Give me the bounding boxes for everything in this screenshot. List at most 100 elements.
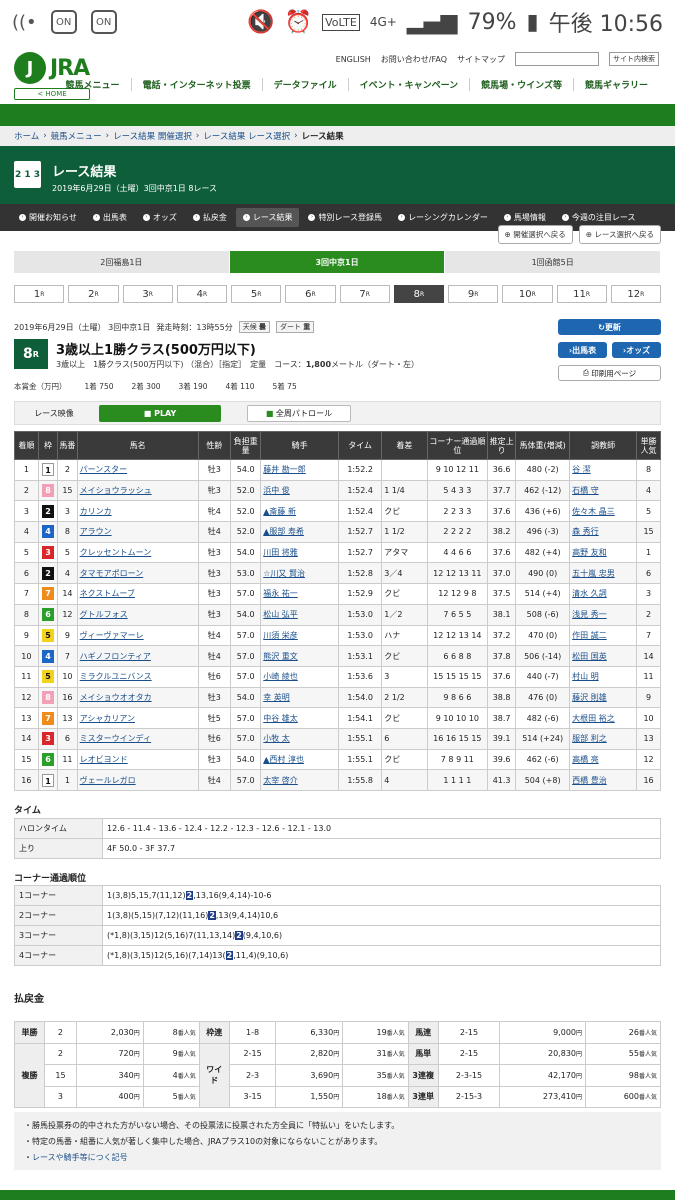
jockey-link[interactable]: 幸 英明	[263, 693, 290, 702]
trainer-link[interactable]: 清水 久詞	[572, 589, 607, 598]
subnav-info[interactable]: › 開催お知らせ	[12, 208, 84, 227]
patrol-button[interactable]: ■ 全周パトロール	[247, 404, 351, 422]
print-button[interactable]: ⎙ 印刷用ページ	[558, 365, 661, 381]
nav-event[interactable]: イベント・キャンペーン	[347, 78, 470, 91]
subnav-odds[interactable]: › オッズ	[136, 208, 184, 227]
camera-icon: ■	[265, 408, 274, 418]
tab-venue-chukyo[interactable]: 3回中京1日	[229, 251, 446, 273]
horse-link[interactable]: パーンスター	[80, 465, 127, 474]
subnav-special[interactable]: › 特別レース登録馬	[301, 208, 389, 227]
trainer-link[interactable]: 浅見 秀一	[572, 610, 607, 619]
jockey-link[interactable]: 藤井 勘一郎	[263, 465, 306, 474]
nav-course[interactable]: 競馬場・ウインズ等	[469, 78, 573, 91]
back-to-race-button[interactable]: ⊕ レース選択へ戻る	[578, 225, 661, 244]
horse-link[interactable]: ネクストムーブ	[80, 589, 135, 598]
trainer-link[interactable]: 大根田 裕之	[572, 714, 615, 723]
horse-link[interactable]: ハギノフロンティア	[80, 652, 151, 661]
symbols-link[interactable]: レースや騎手等につく記号	[32, 1153, 128, 1162]
jockey-link[interactable]: 小牧 太	[263, 734, 290, 743]
tab-race-10[interactable]: 10 R	[502, 285, 553, 303]
horse-link[interactable]: メイショウオオタカ	[80, 693, 152, 702]
tab-race-12[interactable]: 12 R	[610, 285, 661, 303]
crumb-kaisai[interactable]: レース結果 開催選択	[113, 130, 192, 142]
tab-race-4[interactable]: 4R	[176, 285, 227, 303]
camera-icon: ■	[143, 408, 152, 418]
horse-link[interactable]: ミラクルユニバンス	[80, 672, 152, 681]
jockey-link[interactable]: 川田 将雅	[263, 548, 298, 557]
faq-link[interactable]: お問い合わせ/FAQ	[381, 54, 447, 65]
tab-race-3[interactable]: 3R	[122, 285, 173, 303]
horse-link[interactable]: カリンカ	[80, 507, 112, 516]
horse-link[interactable]: アラウン	[80, 527, 112, 536]
sitemap-link[interactable]: サイトマップ	[457, 54, 505, 65]
tab-race-1[interactable]: 1R	[14, 285, 65, 303]
jockey-link[interactable]: 川須 栄彦	[263, 631, 298, 640]
back-to-kaisai-button[interactable]: ⊕ 開催選択へ戻る	[497, 225, 573, 244]
jockey-link[interactable]: 中谷 雄太	[263, 714, 298, 723]
jockey-link[interactable]: 浜中 俊	[263, 486, 290, 495]
horse-link[interactable]: グトルフォス	[80, 610, 128, 619]
jockey-link[interactable]: 太宰 啓介	[263, 776, 298, 785]
jockey-link[interactable]: 小崎 綾也	[263, 672, 298, 681]
trainer-link[interactable]: 谷 潔	[572, 465, 591, 474]
tab-race-6[interactable]: 6R	[285, 285, 336, 303]
horse-link[interactable]: タマモアポローン	[80, 569, 144, 578]
crumb-race-select[interactable]: レース結果 レース選択	[203, 130, 290, 142]
trainer-link[interactable]: 松田 国英	[572, 652, 607, 661]
trainer-link[interactable]: 村山 明	[572, 672, 599, 681]
trainer-link[interactable]: 佐々木 晶三	[572, 507, 615, 516]
jockey-link[interactable]: 熊沢 重文	[263, 652, 298, 661]
trainer-link[interactable]: 西橋 豊治	[572, 776, 607, 785]
nav-keiba-menu[interactable]: 競馬メニュー	[55, 78, 131, 91]
horse-link[interactable]: ミスターウインディ	[80, 734, 151, 743]
trainer-link[interactable]: 石橋 守	[572, 486, 599, 495]
tab-race-11[interactable]: 11 R	[556, 285, 607, 303]
subnav-results[interactable]: › レース結果	[235, 208, 300, 227]
crumb-menu[interactable]: 競馬メニュー	[51, 130, 102, 142]
trainer-link[interactable]: 森 秀行	[572, 527, 599, 536]
tab-race-8[interactable]: 8R	[393, 285, 444, 303]
tab-race-5[interactable]: 5R	[231, 285, 282, 303]
site-search-button[interactable]: サイト内検索	[609, 52, 659, 66]
horse-link[interactable]: ヴェールレガロ	[80, 776, 136, 785]
jockey-link[interactable]: 松山 弘平	[263, 610, 298, 619]
crumb-home[interactable]: ホーム	[14, 130, 39, 142]
trainer-link[interactable]: 五十嵐 忠男	[572, 569, 615, 578]
site-search-input[interactable]	[515, 52, 599, 66]
jockey-link[interactable]: ▲西村 淳也	[263, 755, 304, 764]
col-header: タイム	[338, 431, 383, 460]
odds-button[interactable]: › オッズ	[612, 342, 661, 358]
nav-vote[interactable]: 電話・インターネット投票	[130, 78, 262, 91]
jockey-link[interactable]: ☆川又 賢治	[263, 569, 305, 578]
trainer-link[interactable]: 高橋 亮	[572, 755, 599, 764]
entries-button[interactable]: › 出馬表	[558, 342, 607, 358]
trainer-link[interactable]: 藤沢 則雄	[572, 693, 607, 702]
chevron-icon: ›	[503, 214, 511, 221]
race-info: 2019年6月29日（土曜） 3回中京1日 発走時刻：13時55分 天候 曇 ダ…	[14, 321, 420, 391]
refresh-button[interactable]: ↻ 更新	[558, 319, 661, 335]
english-link[interactable]: ENGLISH	[336, 55, 371, 64]
subnav-entries[interactable]: › 出馬表	[86, 208, 134, 227]
tab-race-9[interactable]: 9R	[448, 285, 499, 303]
tab-venue-fukushima[interactable]: 2回福島1日	[14, 251, 230, 273]
horse-link[interactable]: ヴィーヴァマーレ	[80, 631, 144, 640]
trainer-link[interactable]: 服部 利之	[572, 734, 607, 743]
jockey-link[interactable]: ▲斎藤 新	[263, 507, 296, 516]
subnav-calendar[interactable]: › レーシングカレンダー	[391, 208, 495, 227]
play-button[interactable]: ■ PLAY	[99, 404, 221, 422]
trainer-link[interactable]: 作田 誠二	[572, 631, 607, 640]
tab-venue-hakodate[interactable]: 1回函館5日	[445, 251, 662, 273]
horse-link[interactable]: アシャカリアン	[80, 714, 135, 723]
tab-race-2[interactable]: 2R	[68, 285, 119, 303]
horse-link[interactable]: レオビヨンド	[80, 755, 128, 764]
jockey-link[interactable]: 福永 祐一	[263, 589, 298, 598]
horse-link[interactable]: クレッセントムーン	[80, 548, 152, 557]
nav-datafile[interactable]: データファイル	[261, 78, 348, 91]
nav-gallery[interactable]: 競馬ギャラリー	[572, 78, 659, 91]
tab-race-7[interactable]: 7R	[339, 285, 390, 303]
subnav-payout[interactable]: › 払戻金	[186, 208, 234, 227]
chevron-icon: ›	[561, 214, 569, 221]
trainer-link[interactable]: 高野 友和	[572, 548, 607, 557]
horse-link[interactable]: メイショウラッシュ	[80, 486, 152, 495]
jockey-link[interactable]: ▲服部 寿希	[263, 527, 304, 536]
